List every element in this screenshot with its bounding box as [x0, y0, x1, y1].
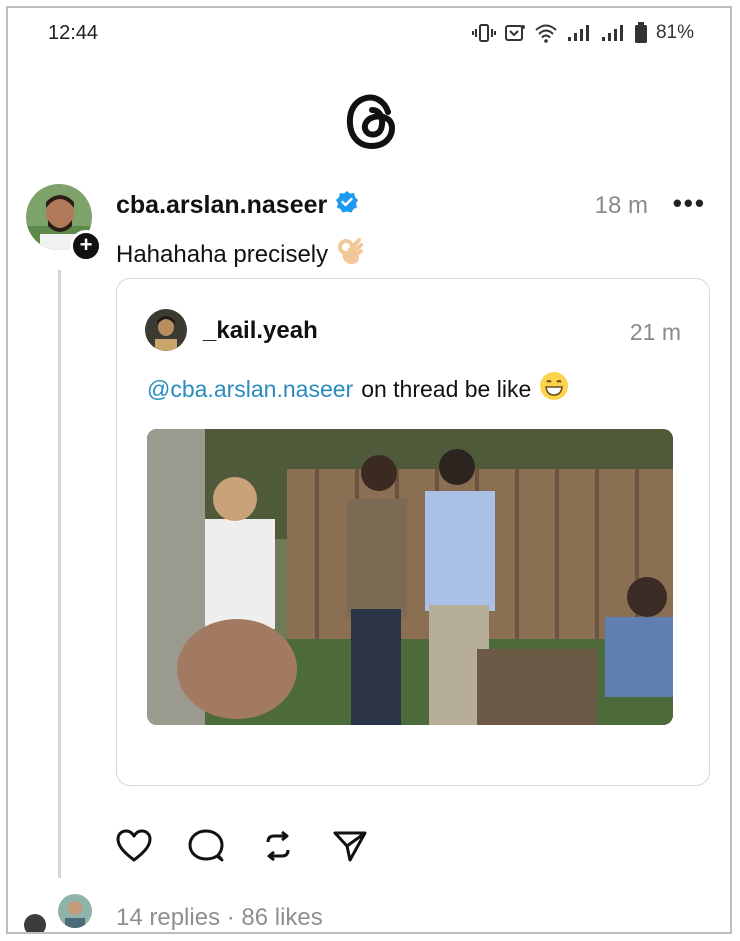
- quoted-text-content: on thread be like: [361, 375, 532, 402]
- quoted-username[interactable]: _kail.yeah: [203, 317, 318, 345]
- replier-avatar: [56, 892, 94, 930]
- post-stats-row: 14 replies · 86 likes: [8, 884, 730, 932]
- quoted-post[interactable]: _kail.yeah 21 m @cba.arslan.naseer on th…: [116, 278, 710, 786]
- share-icon[interactable]: [332, 829, 368, 863]
- more-options-icon[interactable]: •••: [673, 188, 706, 219]
- nfc-icon: [504, 23, 526, 43]
- status-icons: 81%: [471, 22, 694, 44]
- video-media[interactable]: [147, 429, 673, 725]
- post-author[interactable]: cba.arslan.naseer: [116, 190, 359, 221]
- phone-screen: 12:44 81% + cba.arslan.naseer 18 m ••• H…: [6, 6, 732, 934]
- ok-hand-emoji-icon: [336, 236, 364, 273]
- battery-icon: [634, 22, 648, 44]
- status-bar: 12:44 81%: [8, 8, 730, 60]
- post-text: Hahahaha precisely: [116, 236, 364, 273]
- quoted-time: 21 m: [629, 319, 681, 345]
- repost-icon[interactable]: [260, 828, 296, 864]
- signal-icon: [566, 23, 592, 43]
- grinning-face-emoji-icon: [539, 371, 569, 407]
- wifi-icon: [534, 23, 558, 43]
- follow-plus-icon[interactable]: +: [70, 230, 102, 262]
- heart-icon[interactable]: [116, 829, 152, 863]
- vibrate-icon: [471, 23, 496, 43]
- post-actions: [116, 828, 368, 864]
- comment-icon[interactable]: [188, 829, 224, 863]
- signal-icon: [600, 23, 626, 43]
- post-time: 18 m: [594, 192, 648, 219]
- thread-line: [58, 270, 61, 878]
- battery-percent: 81%: [655, 22, 694, 43]
- status-time: 12:44: [48, 22, 99, 44]
- quoted-avatar[interactable]: [145, 309, 187, 351]
- post-username[interactable]: cba.arslan.naseer: [116, 191, 327, 220]
- replier-avatar: [24, 914, 46, 932]
- post-text-content: Hahahaha precisely: [116, 240, 329, 268]
- quoted-text: @cba.arslan.naseer on thread be like: [147, 371, 569, 407]
- replies-likes-count[interactable]: 14 replies · 86 likes: [116, 904, 323, 932]
- mention-link[interactable]: @cba.arslan.naseer: [147, 376, 353, 403]
- verified-icon: [335, 190, 359, 221]
- threads-logo-icon[interactable]: [342, 90, 402, 152]
